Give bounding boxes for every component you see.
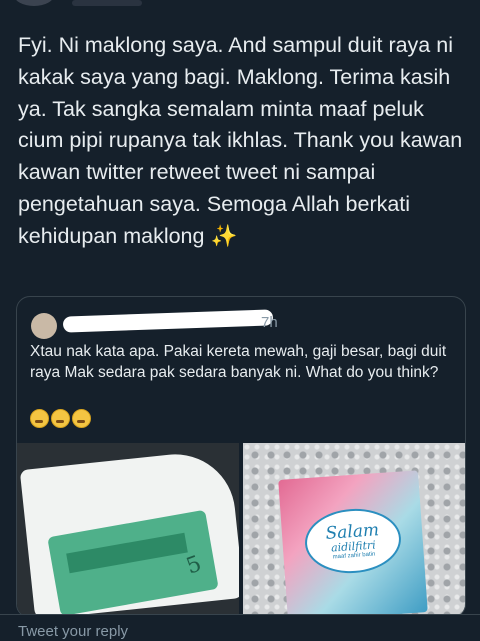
- thinking-face-icon: [72, 409, 91, 428]
- tweet-author-avatar[interactable]: [14, 0, 54, 6]
- quoted-emojis: [30, 409, 91, 428]
- sparkles-emoji: ✨: [210, 223, 238, 248]
- reply-input[interactable]: [18, 621, 318, 641]
- media-photo-envelope[interactable]: 5: [17, 443, 239, 617]
- quoted-timestamp[interactable]: 7h: [261, 314, 278, 331]
- tweet-text: Fyi. Ni maklong saya. And sampul duit ra…: [18, 30, 468, 253]
- tweet-text-body: Fyi. Ni maklong saya. And sampul duit ra…: [18, 33, 469, 248]
- quoted-text: Xtau nak kata apa. Pakai kereta mewah, g…: [30, 343, 447, 381]
- quoted-avatar[interactable]: [31, 313, 57, 339]
- media-photo-packet[interactable]: Salam aidilfitri maaf zahir batin: [243, 443, 465, 617]
- reply-bar: [0, 614, 480, 641]
- quoted-tweet-card[interactable]: 7h Xtau nak kata apa. Pakai kereta mewah…: [16, 296, 466, 618]
- thinking-face-icon: [51, 409, 70, 428]
- quoted-author-redaction: [62, 309, 274, 333]
- thinking-face-icon: [30, 409, 49, 428]
- tweet-author-handle-redacted: [72, 0, 142, 6]
- media-grid: 5 Salam aidilfitri maaf zahir batin: [17, 443, 465, 617]
